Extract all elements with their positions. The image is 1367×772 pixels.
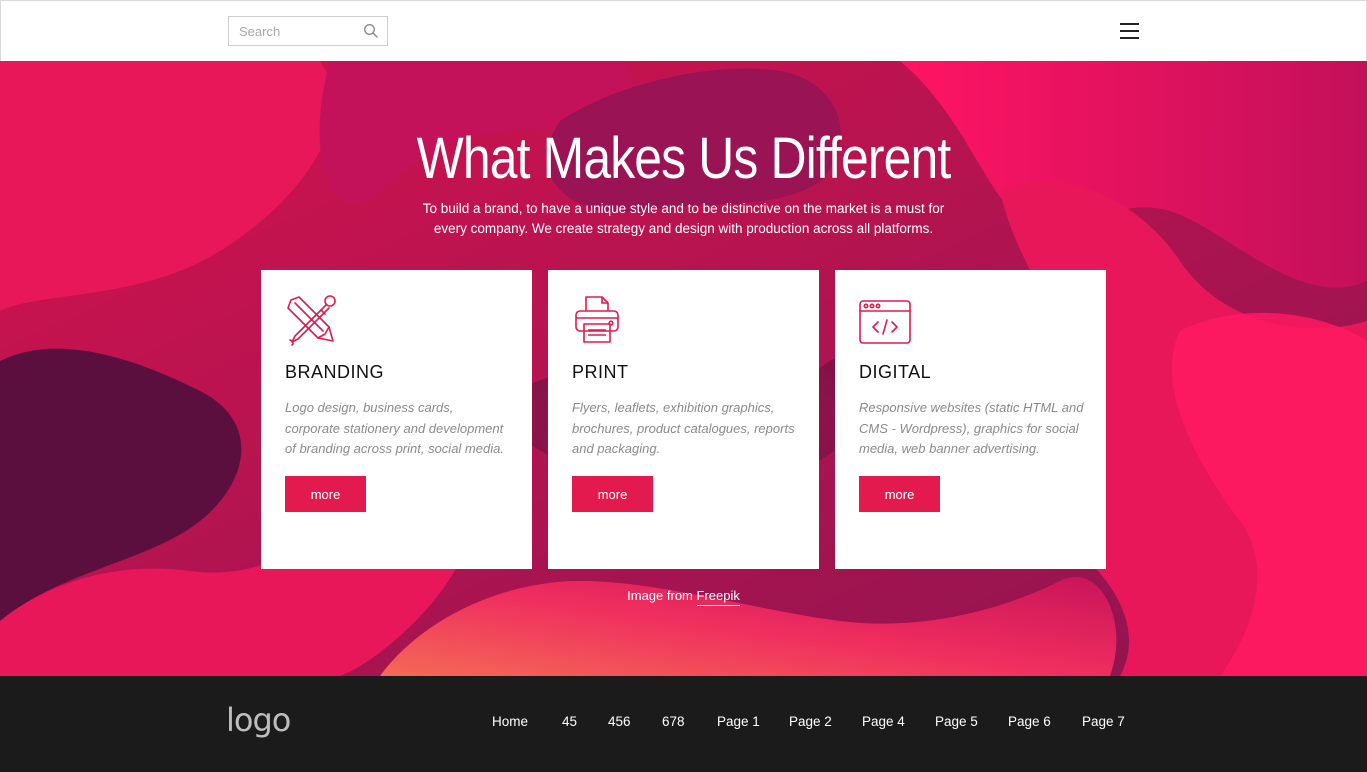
footer-nav-page-5[interactable]: Page 5 [935, 714, 978, 729]
search-input[interactable] [229, 17, 359, 45]
footer-nav-page-6[interactable]: Page 6 [1008, 714, 1051, 729]
footer-nav-45[interactable]: 45 [562, 714, 577, 729]
hero-title: What Makes Us Different [416, 126, 952, 191]
hero-section: What Makes Us Different To build a brand… [0, 61, 1367, 676]
freepik-link[interactable]: Freepik [696, 588, 740, 606]
service-card-print: PRINT Flyers, leaflets, exhibition graph… [548, 270, 819, 569]
footer: logo Home 45 456 678 Page 1 Page 2 Page … [0, 676, 1367, 772]
card-title: DIGITAL [859, 362, 932, 382]
footer-nav-page-2[interactable]: Page 2 [789, 714, 832, 729]
more-button[interactable]: more [572, 476, 653, 512]
footer-nav-456[interactable]: 456 [608, 714, 631, 729]
hero-subtitle-line-1: To build a brand, to have a unique style… [422, 201, 945, 216]
image-credit-prefix: Image from [627, 588, 697, 603]
footer-nav-page-7[interactable]: Page 7 [1082, 714, 1125, 729]
search-box [228, 16, 388, 46]
hero-subtitle-line-2: every company. We create strategy and de… [433, 221, 934, 236]
footer-nav: Home 45 456 678 Page 1 Page 2 Page 4 Pag… [0, 714, 1367, 734]
card-description: Flyers, leaflets, exhibition graphics, b… [572, 400, 795, 456]
more-button[interactable]: more [859, 476, 940, 512]
service-card-digital: DIGITAL Responsive websites (static HTML… [835, 270, 1106, 569]
footer-nav-page-4[interactable]: Page 4 [862, 714, 905, 729]
footer-nav-home[interactable]: Home [492, 714, 528, 729]
hero-subtitle: To build a brand, to have a unique style… [408, 199, 959, 239]
pencil-brush-icon [287, 295, 336, 346]
hamburger-menu-icon[interactable] [1119, 21, 1141, 41]
more-button[interactable]: more [285, 476, 366, 512]
browser-code-icon [859, 300, 911, 344]
top-header [0, 0, 1367, 61]
footer-nav-678[interactable]: 678 [662, 714, 685, 729]
card-title: PRINT [572, 362, 629, 382]
printer-icon [575, 296, 619, 343]
card-title: BRANDING [285, 362, 385, 382]
card-description: Responsive websites (static HTML and CMS… [859, 400, 1084, 456]
card-description: Logo design, business cards, corporate s… [285, 400, 504, 456]
image-credit: Image from Freepik [0, 588, 1367, 606]
search-icon[interactable] [363, 23, 379, 39]
footer-nav-page-1[interactable]: Page 1 [717, 714, 760, 729]
service-card-branding: BRANDING Logo design, business cards, co… [261, 270, 532, 569]
